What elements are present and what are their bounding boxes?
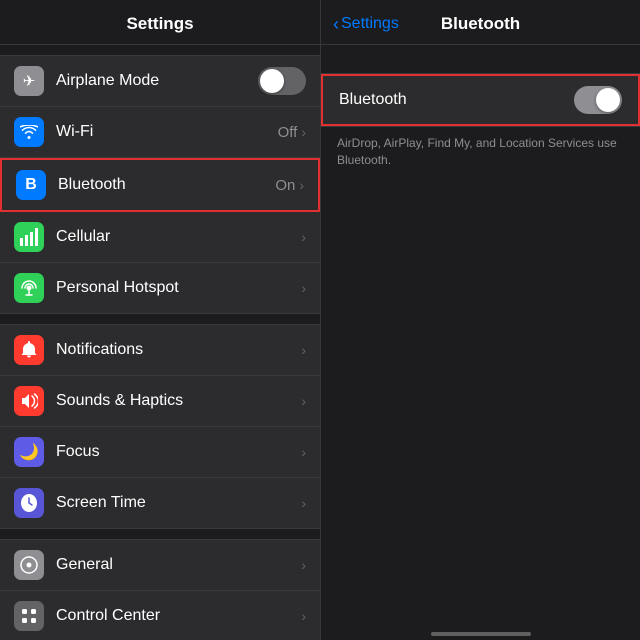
notifications-label: Notifications <box>56 341 301 359</box>
screentime-icon <box>14 488 44 518</box>
hotspot-chevron: › <box>301 280 306 296</box>
back-label: Settings <box>341 15 399 33</box>
hotspot-label: Personal Hotspot <box>56 279 301 297</box>
settings-row-sounds[interactable]: Sounds & Haptics › <box>0 376 320 427</box>
bluetooth-toggle-label: Bluetooth <box>339 91 574 109</box>
right-home-bar <box>431 632 531 636</box>
sounds-label: Sounds & Haptics <box>56 392 301 410</box>
wifi-value: Off <box>278 124 298 141</box>
left-panel: Settings ✈ Airplane Mode Wi-Fi Off › <box>0 0 320 640</box>
bluetooth-toggle-switch[interactable] <box>574 86 622 114</box>
sounds-chevron: › <box>301 393 306 409</box>
settings-row-hotspot[interactable]: Personal Hotspot › <box>0 263 320 314</box>
sounds-icon <box>14 386 44 416</box>
controlcenter-icon <box>14 601 44 631</box>
settings-row-controlcenter[interactable]: Control Center › <box>0 591 320 640</box>
bluetooth-toggle-group: Bluetooth <box>321 73 640 127</box>
bluetooth-description: AirDrop, AirPlay, Find My, and Location … <box>321 127 640 177</box>
screentime-label: Screen Time <box>56 494 301 512</box>
back-button[interactable]: ‹ Settings <box>333 14 399 35</box>
wifi-label: Wi-Fi <box>56 123 278 141</box>
cellular-icon <box>14 222 44 252</box>
back-chevron: ‹ <box>333 14 339 35</box>
focus-label: Focus <box>56 443 301 461</box>
settings-group-connectivity: ✈ Airplane Mode Wi-Fi Off › B <box>0 55 320 314</box>
notifications-chevron: › <box>301 342 306 358</box>
hotspot-icon <box>14 273 44 303</box>
settings-row-wifi[interactable]: Wi-Fi Off › <box>0 107 320 158</box>
focus-chevron: › <box>301 444 306 460</box>
settings-row-cellular[interactable]: Cellular › <box>0 212 320 263</box>
cellular-label: Cellular <box>56 228 301 246</box>
settings-row-notifications[interactable]: Notifications › <box>0 324 320 376</box>
general-label: General <box>56 556 301 574</box>
settings-row-bluetooth[interactable]: B Bluetooth On › <box>0 158 320 212</box>
bluetooth-label: Bluetooth <box>58 176 275 194</box>
bluetooth-chevron: › <box>299 177 304 193</box>
left-nav-title: Settings <box>126 14 193 33</box>
settings-row-focus[interactable]: 🌙 Focus › <box>0 427 320 478</box>
right-panel: ‹ Settings Bluetooth Bluetooth AirDrop, … <box>320 0 640 640</box>
general-icon <box>14 550 44 580</box>
wifi-chevron: › <box>301 124 306 140</box>
right-home-indicator <box>321 620 640 640</box>
bluetooth-icon: B <box>16 170 46 200</box>
wifi-icon <box>14 117 44 147</box>
right-nav-bar: ‹ Settings Bluetooth <box>321 0 640 45</box>
focus-icon: 🌙 <box>14 437 44 467</box>
settings-row-airplane[interactable]: ✈ Airplane Mode <box>0 55 320 107</box>
left-nav-bar: Settings <box>0 0 320 45</box>
airplane-icon: ✈ <box>14 66 44 96</box>
settings-group-system: General › Control Center › <box>0 539 320 640</box>
controlcenter-label: Control Center <box>56 607 301 625</box>
cellular-chevron: › <box>301 229 306 245</box>
bluetooth-value: On <box>275 177 295 194</box>
general-chevron: › <box>301 557 306 573</box>
controlcenter-chevron: › <box>301 608 306 624</box>
airplane-toggle[interactable] <box>258 67 306 95</box>
airplane-label: Airplane Mode <box>56 72 258 90</box>
bluetooth-toggle-row: Bluetooth <box>321 74 640 126</box>
settings-row-general[interactable]: General › <box>0 539 320 591</box>
notifications-icon <box>14 335 44 365</box>
settings-group-preferences: Notifications › Sounds & Haptics › 🌙 Foc… <box>0 324 320 529</box>
settings-row-screentime[interactable]: Screen Time › <box>0 478 320 529</box>
screentime-chevron: › <box>301 495 306 511</box>
right-content: Bluetooth AirDrop, AirPlay, Find My, and… <box>321 45 640 620</box>
right-nav-title: Bluetooth <box>441 14 520 34</box>
